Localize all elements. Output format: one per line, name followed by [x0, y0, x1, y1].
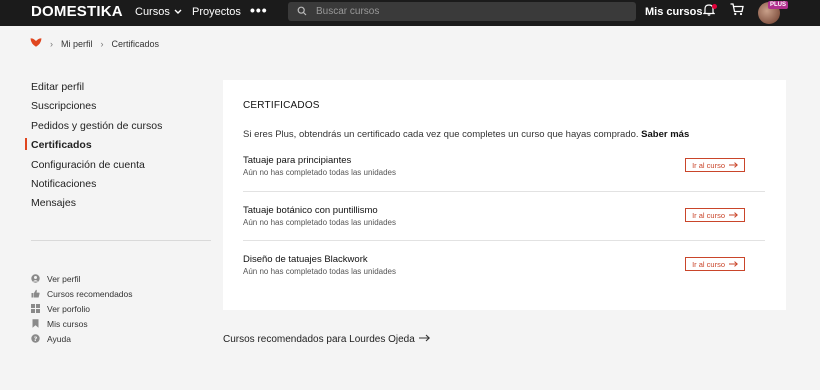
thumbs-up-icon	[31, 289, 40, 298]
projects-link[interactable]: Proyectos	[192, 6, 241, 18]
plus-badge: PLUS	[768, 1, 789, 9]
sidebar-item-subscriptions[interactable]: Suscripciones	[31, 99, 211, 118]
go-to-course-button[interactable]: Ir al curso	[685, 257, 745, 271]
settings-sidebar: Editar perfil Suscripciones Pedidos y ge…	[25, 80, 211, 216]
course-name: Tatuaje para principiantes	[243, 155, 352, 166]
course-status: Aún no has completado todas las unidades	[243, 218, 396, 227]
cart-icon	[730, 3, 744, 21]
courses-menu[interactable]: Cursos	[135, 6, 182, 18]
sidebar-divider	[31, 240, 211, 241]
sidebar-link-portfolio[interactable]: Ver porfolio	[31, 301, 133, 316]
sidebar-link-label: Ayuda	[47, 333, 71, 344]
sidebar-quick-links: Ver perfil Cursos recomendados Ver porfo…	[31, 271, 133, 346]
course-row: Tatuaje botánico con puntillismo Aún no …	[243, 205, 765, 249]
sidebar-link-my-courses[interactable]: Mis cursos	[31, 316, 133, 331]
recommended-courses-label: Cursos recomendados para Lourdes Ojeda	[223, 334, 415, 345]
course-divider	[243, 191, 765, 192]
chevron-right-icon: ›	[100, 38, 104, 49]
projects-link-label: Proyectos	[192, 6, 241, 18]
chevron-down-icon	[174, 6, 182, 18]
breadcrumb: › Mi perfil › Certificados	[30, 38, 159, 49]
domestika-home-icon[interactable]	[30, 38, 42, 49]
sidebar-link-label: Ver perfil	[47, 273, 81, 284]
arrow-right-icon	[729, 211, 738, 220]
chevron-right-icon: ›	[50, 38, 53, 49]
help-icon: ?	[31, 334, 40, 343]
go-to-course-label: Ir al curso	[692, 210, 725, 220]
certificates-title: CERTIFICADOS	[243, 100, 320, 111]
go-to-course-label: Ir al curso	[692, 259, 725, 269]
certificates-intro-text: Si eres Plus, obtendrás un certificado c…	[243, 129, 639, 140]
search-input[interactable]	[316, 6, 616, 17]
sidebar-link-help[interactable]: ? Ayuda	[31, 331, 133, 346]
sidebar-item-messages[interactable]: Mensajes	[31, 196, 211, 215]
sidebar-item-notifications[interactable]: Notificaciones	[31, 177, 211, 196]
course-divider	[243, 240, 765, 241]
sidebar-link-label: Cursos recomendados	[47, 288, 133, 299]
notification-dot	[712, 4, 717, 9]
recommended-courses-link[interactable]: Cursos recomendados para Lourdes Ojeda	[223, 334, 430, 345]
search-bar[interactable]	[288, 2, 636, 21]
bookmark-icon	[31, 319, 40, 328]
course-status: Aún no has completado todas las unidades	[243, 267, 396, 276]
user-avatar[interactable]: PLUS	[758, 1, 789, 24]
arrow-right-icon	[729, 260, 738, 269]
go-to-course-label: Ir al curso	[692, 160, 725, 170]
learn-more-link[interactable]: Saber más	[641, 129, 689, 140]
course-status: Aún no has completado todas las unidades	[243, 168, 396, 177]
svg-text:?: ?	[34, 335, 38, 343]
notifications-button[interactable]	[701, 4, 717, 20]
arrow-right-icon	[418, 334, 430, 345]
sidebar-link-view-profile[interactable]: Ver perfil	[31, 271, 133, 286]
certificates-card: CERTIFICADOS Si eres Plus, obtendrás un …	[223, 80, 786, 310]
grid-icon	[31, 304, 40, 313]
course-row: Tatuaje para principiantes Aún no has co…	[243, 155, 765, 199]
sidebar-item-certificates[interactable]: Certificados	[25, 138, 211, 157]
my-courses-link[interactable]: Mis cursos	[645, 6, 702, 18]
go-to-course-button[interactable]: Ir al curso	[685, 158, 745, 172]
breadcrumb-my-profile[interactable]: Mi perfil	[61, 39, 93, 49]
sidebar-link-label: Ver porfolio	[47, 303, 90, 314]
cart-button[interactable]	[729, 3, 745, 21]
search-icon	[297, 3, 307, 21]
user-icon	[31, 274, 40, 283]
sidebar-item-orders[interactable]: Pedidos y gestión de cursos	[31, 119, 211, 138]
courses-menu-label: Cursos	[135, 6, 170, 18]
breadcrumb-certificates: Certificados	[111, 38, 160, 49]
course-name: Tatuaje botánico con puntillismo	[243, 205, 378, 216]
arrow-right-icon	[729, 161, 738, 170]
go-to-course-button[interactable]: Ir al curso	[685, 208, 745, 222]
sidebar-item-account-settings[interactable]: Configuración de cuenta	[31, 158, 211, 177]
certificates-intro: Si eres Plus, obtendrás un certificado c…	[243, 129, 689, 140]
sidebar-link-label: Mis cursos	[47, 318, 88, 329]
sidebar-link-recommended[interactable]: Cursos recomendados	[31, 286, 133, 301]
domestika-logo[interactable]: DOMESTIKA	[31, 3, 123, 20]
course-name: Diseño de tatuajes Blackwork	[243, 254, 368, 265]
more-menu-icon[interactable]: •••	[250, 2, 268, 18]
top-navbar: DOMESTIKA Cursos Proyectos ••• Mis curso…	[0, 0, 820, 26]
sidebar-item-edit-profile[interactable]: Editar perfil	[31, 80, 211, 99]
course-row: Diseño de tatuajes Blackwork Aún no has …	[243, 254, 765, 298]
